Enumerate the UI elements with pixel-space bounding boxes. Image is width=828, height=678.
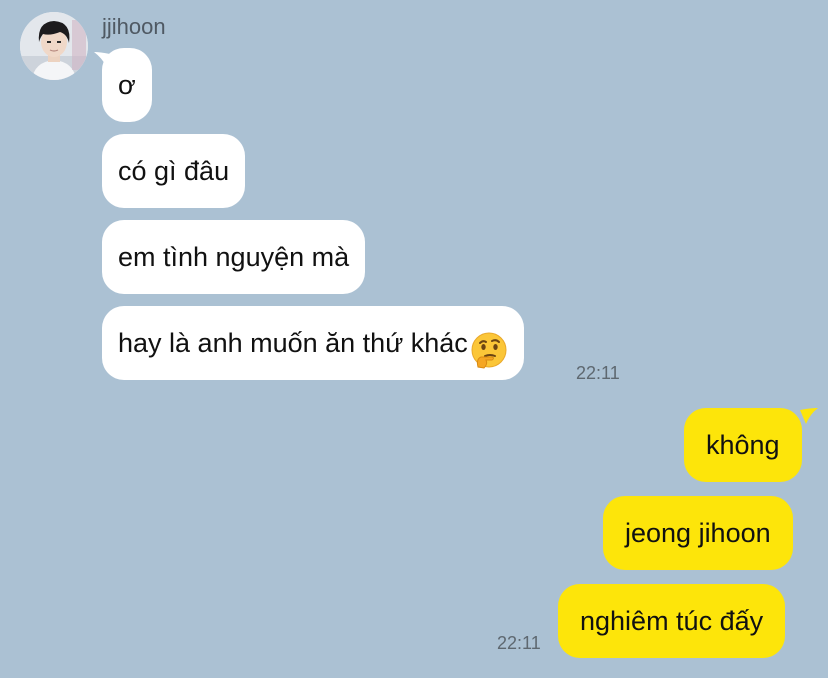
message-text: không <box>706 430 780 460</box>
contact-avatar[interactable] <box>20 12 88 80</box>
message-text: ơ <box>118 70 136 100</box>
sender-name: jjihoon <box>102 14 166 39</box>
thinking-face-emoji-icon <box>470 323 508 369</box>
outgoing-message-bubble[interactable]: không <box>684 408 802 482</box>
message-text: jeong jihoon <box>625 518 771 548</box>
incoming-message-bubble[interactable]: em tình nguyện mà <box>102 220 366 294</box>
message-text: em tình nguyện mà <box>118 242 350 272</box>
outgoing-message-bubble[interactable]: nghiêm túc đấy <box>558 584 786 658</box>
incoming-message-bubble[interactable]: hay là anh muốn ăn thứ khác <box>102 306 524 380</box>
incoming-message-bubble[interactable]: có gì đâu <box>102 134 246 208</box>
bubble-tail-icon <box>94 52 110 66</box>
outgoing-timestamp: 22:11 <box>497 633 541 653</box>
message-text: nghiêm túc đấy <box>580 606 764 636</box>
message-text: có gì đâu <box>118 156 230 186</box>
message-text: hay là anh muốn ăn thứ khác <box>118 328 468 358</box>
bubble-tail-icon <box>800 408 818 424</box>
profile-photo-icon <box>20 12 88 80</box>
outgoing-message-bubble[interactable]: jeong jihoon <box>603 496 793 570</box>
incoming-timestamp: 22:11 <box>576 363 620 383</box>
